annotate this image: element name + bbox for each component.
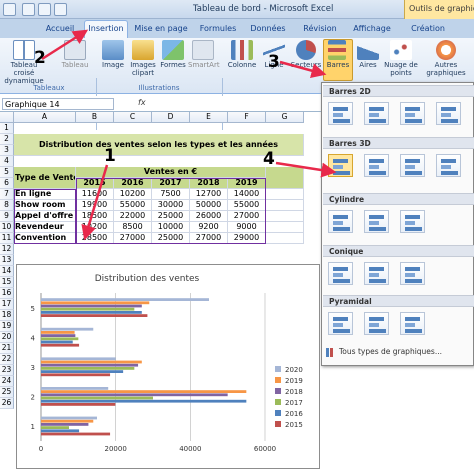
annotation-1: 1 [104,146,116,166]
arrow-to-bars-button [279,60,327,78]
annotation-4: 4 [263,149,275,169]
annotation-2: 2 [34,48,46,68]
arrow-to-insertion-tab [41,29,89,61]
annotation-arrows [41,29,337,241]
arrow-to-data-range [81,164,109,241]
arrow-to-bars-3d [275,161,337,178]
annotation-3: 3 [268,52,280,72]
